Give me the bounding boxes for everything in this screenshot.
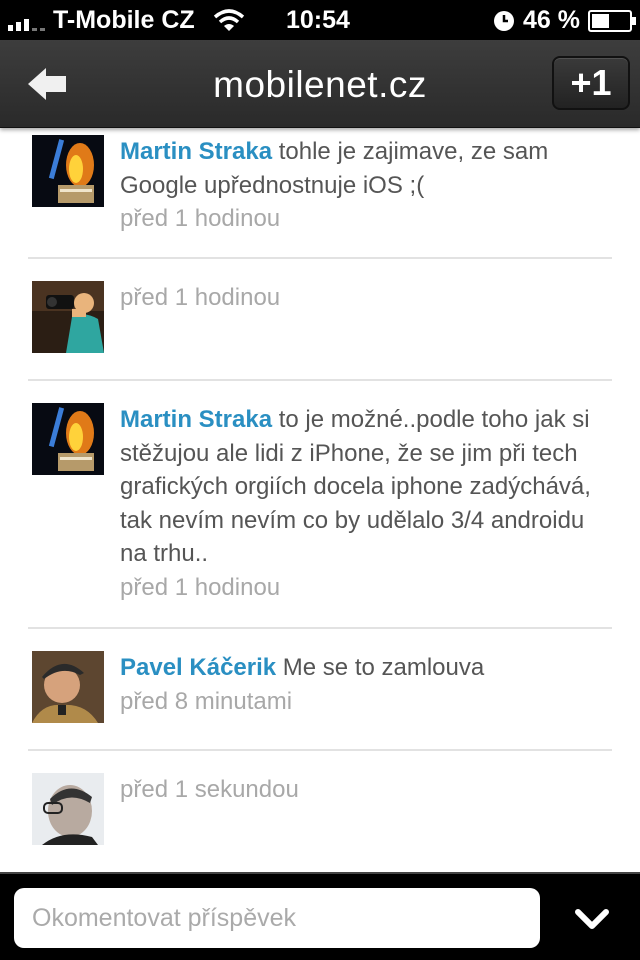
comment-item: před 1 hodinou	[28, 281, 612, 361]
comment-body: Martin Straka tohle je zajimave, ze sam …	[120, 135, 612, 236]
status-bar: T-Mobile CZ 10:54 46 %	[0, 0, 640, 40]
comment-list[interactable]: Martin Straka tohle je zajimave, ze sam …	[0, 129, 640, 872]
avatar	[32, 135, 104, 207]
plus-one-button[interactable]: +1	[552, 56, 630, 110]
avatar	[32, 403, 104, 475]
chevron-down-icon[interactable]	[572, 904, 612, 932]
battery-icon	[588, 9, 636, 32]
comment-timestamp: před 1 sekundou	[120, 776, 299, 803]
divider	[28, 627, 612, 629]
author-link[interactable]: Martin Straka	[120, 406, 272, 433]
comment-text: Me se to zamlouva	[282, 654, 485, 681]
comment-timestamp: před 1 hodinou	[120, 573, 281, 601]
author-link[interactable]: Pavel Káčerik	[120, 654, 276, 681]
clock-icon	[494, 10, 515, 31]
comment-item: Martin Straka tohle je zajimave, ze sam …	[28, 135, 612, 253]
page-title: mobilenet.cz	[213, 64, 427, 105]
avatar	[32, 773, 104, 845]
status-time: 10:54	[286, 6, 350, 34]
comment-body: Pavel Káčerik Me se to zamlouva před 8 m…	[120, 651, 612, 718]
comment-composer-bar	[0, 872, 640, 960]
comment-body: před 1 sekundou	[120, 773, 612, 807]
author-link[interactable]: Martin Straka	[120, 138, 272, 165]
comment-item: Pavel Káčerik Me se to zamlouva před 8 m…	[28, 651, 612, 731]
divider	[28, 749, 612, 751]
carrier-name: T-Mobile CZ	[53, 5, 195, 34]
avatar	[32, 281, 104, 353]
wifi-icon	[213, 9, 244, 31]
comment-item: před 1 sekundou	[28, 773, 612, 853]
comment-body: před 1 hodinou	[120, 281, 612, 315]
comment-timestamp: před 1 hodinou	[120, 284, 281, 311]
divider	[28, 379, 612, 381]
comment-body: Martin Straka to je možné..podle toho ja…	[120, 403, 612, 604]
navigation-bar: mobilenet.cz +1	[0, 40, 640, 128]
signal-strength-icon	[8, 9, 45, 31]
comment-item: Martin Straka to je možné..podle toho ja…	[28, 403, 612, 613]
divider	[28, 257, 612, 259]
avatar	[32, 651, 104, 723]
battery-percentage: 46 %	[523, 6, 580, 34]
comment-timestamp: před 1 hodinou	[120, 205, 281, 232]
comment-input[interactable]	[14, 888, 540, 948]
comment-timestamp: před 8 minutami	[120, 687, 293, 715]
